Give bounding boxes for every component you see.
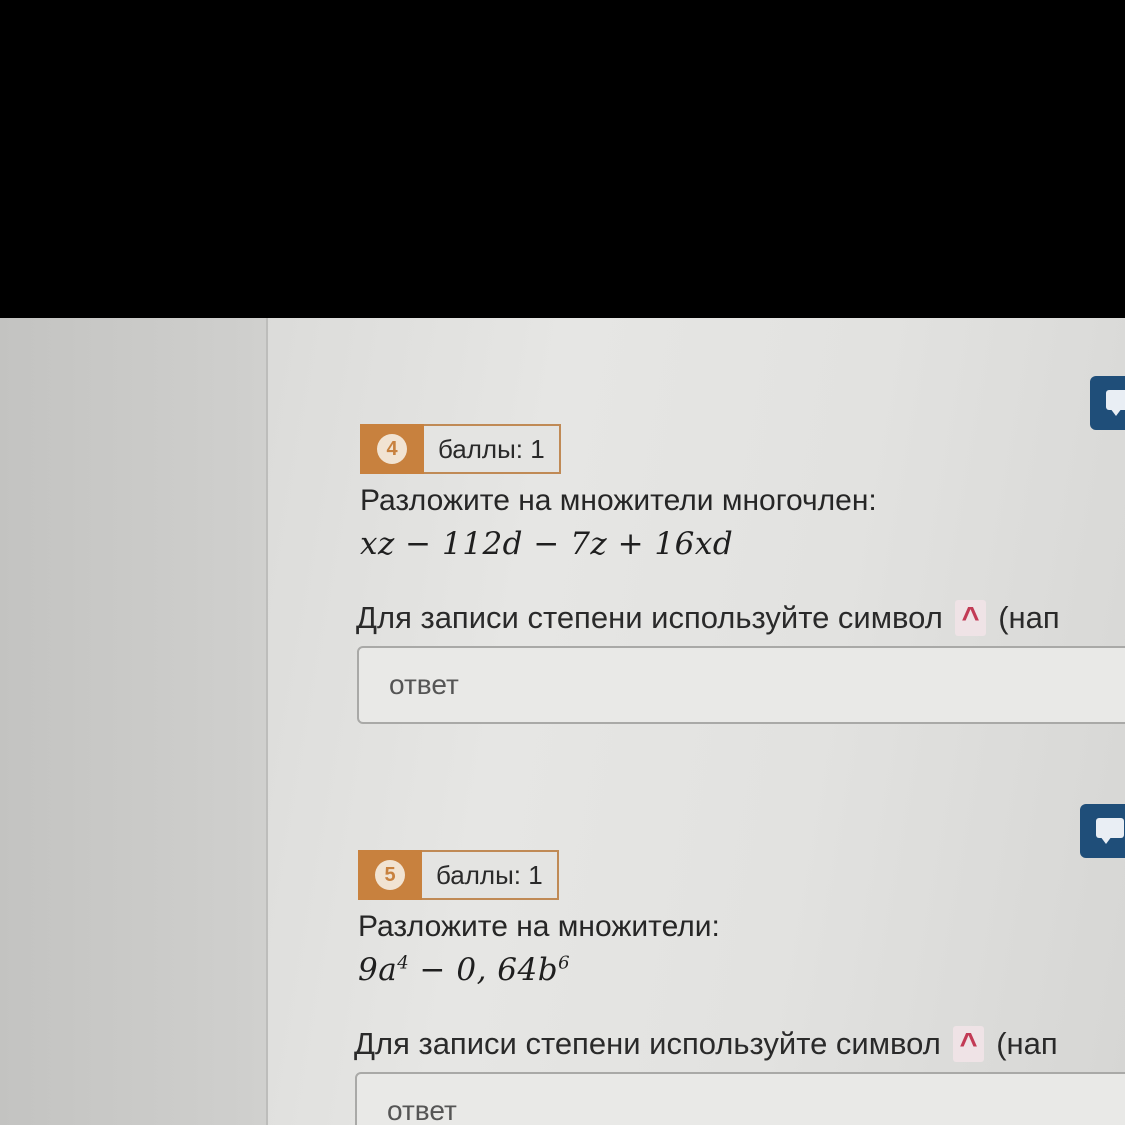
hint-after: (нап bbox=[996, 1026, 1058, 1061]
hint-text: Для записи степени используйте символ ^ … bbox=[354, 1026, 1125, 1062]
question-number-box: 5 bbox=[358, 850, 422, 900]
screen: 4 баллы: 1 Разложите на множители многоч… bbox=[0, 0, 1125, 1125]
hint-before: Для записи степени используйте символ bbox=[354, 1026, 941, 1061]
chat-bubble-icon bbox=[1096, 818, 1124, 838]
question-badge: 5 баллы: 1 bbox=[358, 850, 1125, 900]
questions-area: 4 баллы: 1 Разложите на множители многоч… bbox=[268, 318, 1125, 1125]
question-prompt: Разложите на множители многочлен: bbox=[360, 484, 877, 517]
test-page: 4 баллы: 1 Разложите на множители многоч… bbox=[0, 318, 1125, 1125]
caret-symbol: ^ bbox=[955, 600, 986, 636]
score-label: баллы: 1 bbox=[422, 850, 559, 900]
question-formula: xz − 112d − 7z + 16xd bbox=[360, 526, 734, 562]
question-5: 5 баллы: 1 Разложите на множители: 9a4 −… bbox=[354, 850, 1125, 1125]
score-label: баллы: 1 bbox=[424, 424, 561, 474]
question-badge: 4 баллы: 1 bbox=[360, 424, 1125, 474]
chat-bubble-icon bbox=[1106, 390, 1125, 410]
left-sidebar bbox=[0, 318, 268, 1125]
hint-after: (нап bbox=[998, 600, 1060, 635]
hint-before: Для записи степени используйте символ bbox=[356, 600, 943, 635]
question-4: 4 баллы: 1 Разложите на множители многоч… bbox=[356, 424, 1125, 724]
question-number: 5 bbox=[375, 860, 405, 890]
comment-button-q4[interactable] bbox=[1090, 376, 1125, 430]
question-prompt: Разложите на множители: bbox=[358, 910, 720, 943]
hint-text: Для записи степени используйте символ ^ … bbox=[356, 600, 1125, 636]
question-number: 4 bbox=[377, 434, 407, 464]
question-number-box: 4 bbox=[360, 424, 424, 474]
answer-input-q4[interactable] bbox=[357, 646, 1125, 724]
question-formula: 9a4 − 0, 64b6 bbox=[358, 952, 571, 988]
answer-input-q5[interactable] bbox=[355, 1072, 1125, 1125]
caret-symbol: ^ bbox=[953, 1026, 984, 1062]
